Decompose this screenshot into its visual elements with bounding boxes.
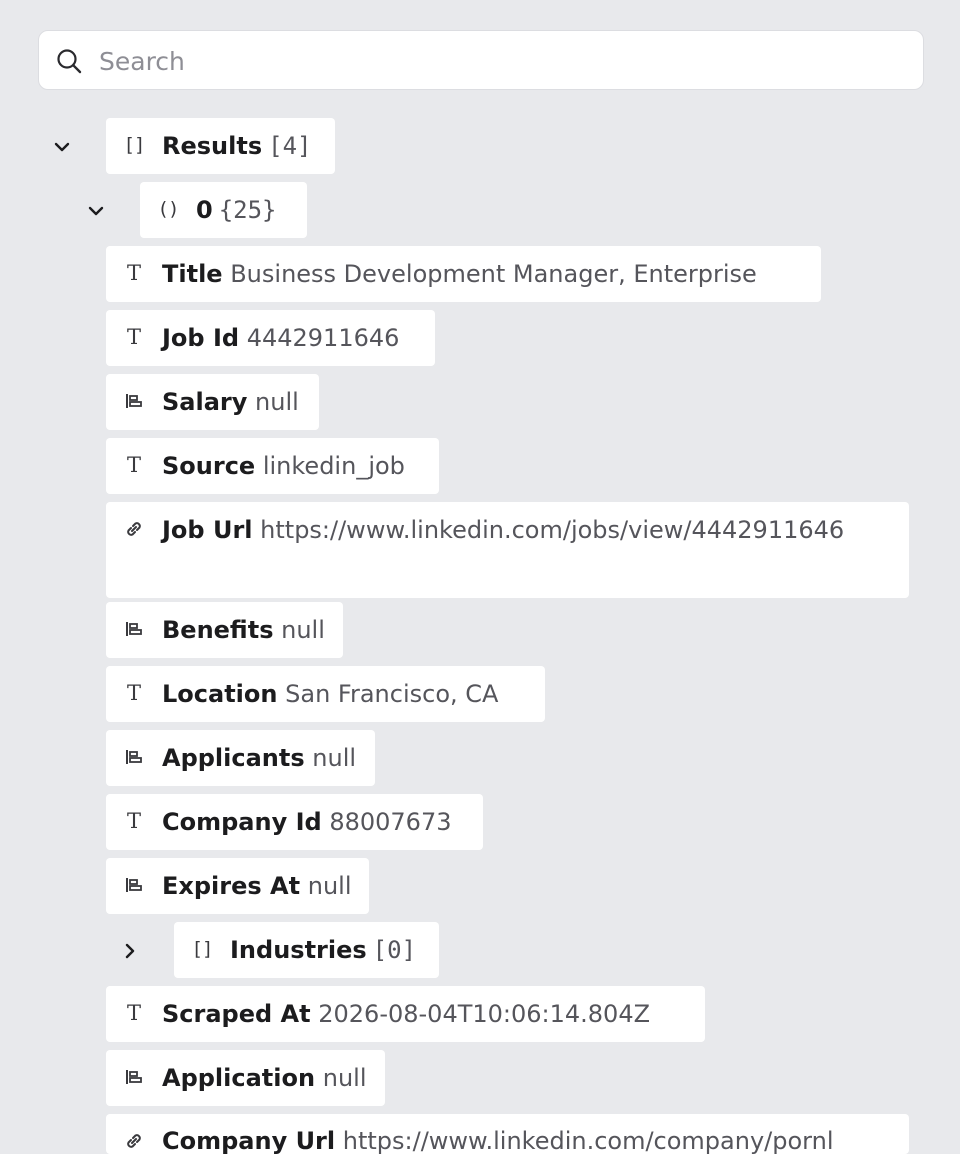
- tree-node-item-0[interactable]: () 0 {25}: [140, 182, 307, 238]
- field-key: Application: [162, 1064, 316, 1092]
- text-type-icon: T: [126, 1001, 141, 1025]
- field-value: 4442911646: [246, 324, 400, 352]
- field-application[interactable]: Application null: [106, 1050, 385, 1106]
- null-type-icon: [122, 1064, 146, 1090]
- field-company-url[interactable]: Company Url https://www.linkedin.com/com…: [106, 1114, 909, 1154]
- field-key: Title: [162, 260, 223, 288]
- chevron-down-icon[interactable]: [81, 196, 111, 226]
- field-value[interactable]: https://www.linkedin.com/company/pornl: [343, 1127, 834, 1154]
- node-count: {25}: [218, 196, 277, 224]
- field-key: Job Url: [162, 516, 253, 544]
- field-key: Source: [162, 452, 256, 480]
- field-value: null: [322, 1064, 367, 1092]
- field-key: Company Url: [162, 1127, 336, 1154]
- tree-node-results[interactable]: [] Results [4]: [106, 118, 335, 174]
- field-value: 2026-08-04T10:06:14.804Z: [318, 1000, 651, 1028]
- node-count: [4]: [268, 132, 312, 160]
- field-job-id[interactable]: T Job Id 4442911646: [106, 310, 435, 366]
- field-key: Company Id: [162, 808, 322, 836]
- field-value: null: [307, 872, 352, 900]
- field-value[interactable]: https://www.linkedin.com/jobs/view/44429…: [260, 516, 844, 544]
- array-icon: []: [191, 938, 214, 960]
- array-icon: []: [123, 134, 146, 156]
- field-salary[interactable]: Salary null: [106, 374, 319, 430]
- text-type-icon: T: [126, 325, 141, 349]
- field-value: null: [312, 744, 357, 772]
- field-applicants[interactable]: Applicants null: [106, 730, 375, 786]
- field-key: Job Id: [162, 324, 240, 352]
- text-type-icon: T: [126, 453, 141, 477]
- search-icon: [55, 47, 83, 75]
- link-type-icon: [122, 1128, 146, 1154]
- field-key: Applicants: [162, 744, 305, 772]
- node-key: Results: [162, 132, 263, 160]
- object-icon: (): [157, 198, 180, 220]
- field-company-id[interactable]: T Company Id 88007673: [106, 794, 483, 850]
- field-key: Salary: [162, 388, 248, 416]
- link-type-icon: [122, 516, 146, 542]
- field-key: Expires At: [162, 872, 301, 900]
- chevron-right-icon[interactable]: [115, 936, 145, 966]
- null-type-icon: [122, 388, 146, 414]
- text-type-icon: T: [126, 261, 141, 285]
- field-location[interactable]: T Location San Francisco, CA: [106, 666, 545, 722]
- field-key: Scraped At: [162, 1000, 311, 1028]
- search-bar[interactable]: [38, 30, 924, 90]
- search-input[interactable]: [97, 39, 899, 83]
- field-scraped-at[interactable]: T Scraped At 2026-08-04T10:06:14.804Z: [106, 986, 705, 1042]
- field-value: null: [255, 388, 299, 416]
- null-type-icon: [122, 744, 146, 770]
- field-value: 88007673: [329, 808, 452, 836]
- field-value: linkedin_job: [262, 452, 405, 480]
- node-count: [0]: [372, 936, 417, 964]
- field-source[interactable]: T Source linkedin_job: [106, 438, 439, 494]
- field-value: San Francisco, CA: [285, 680, 499, 708]
- field-key: Location: [162, 680, 278, 708]
- node-key: Industries: [230, 936, 367, 964]
- field-title[interactable]: T Title Business Development Manager, En…: [106, 246, 821, 302]
- field-key: Benefits: [162, 616, 274, 644]
- chevron-down-icon[interactable]: [47, 132, 77, 162]
- field-job-url[interactable]: Job Url https://www.linkedin.com/jobs/vi…: [106, 502, 909, 598]
- field-value: Business Development Manager, Enterprise: [230, 260, 757, 288]
- tree-node-industries[interactable]: [] Industries [0]: [174, 922, 439, 978]
- field-benefits[interactable]: Benefits null: [106, 602, 343, 658]
- node-key: 0: [196, 196, 213, 224]
- null-type-icon: [122, 616, 146, 642]
- field-expires-at[interactable]: Expires At null: [106, 858, 369, 914]
- field-value: null: [281, 616, 325, 644]
- text-type-icon: T: [126, 681, 141, 705]
- text-type-icon: T: [126, 809, 141, 833]
- null-type-icon: [122, 872, 146, 898]
